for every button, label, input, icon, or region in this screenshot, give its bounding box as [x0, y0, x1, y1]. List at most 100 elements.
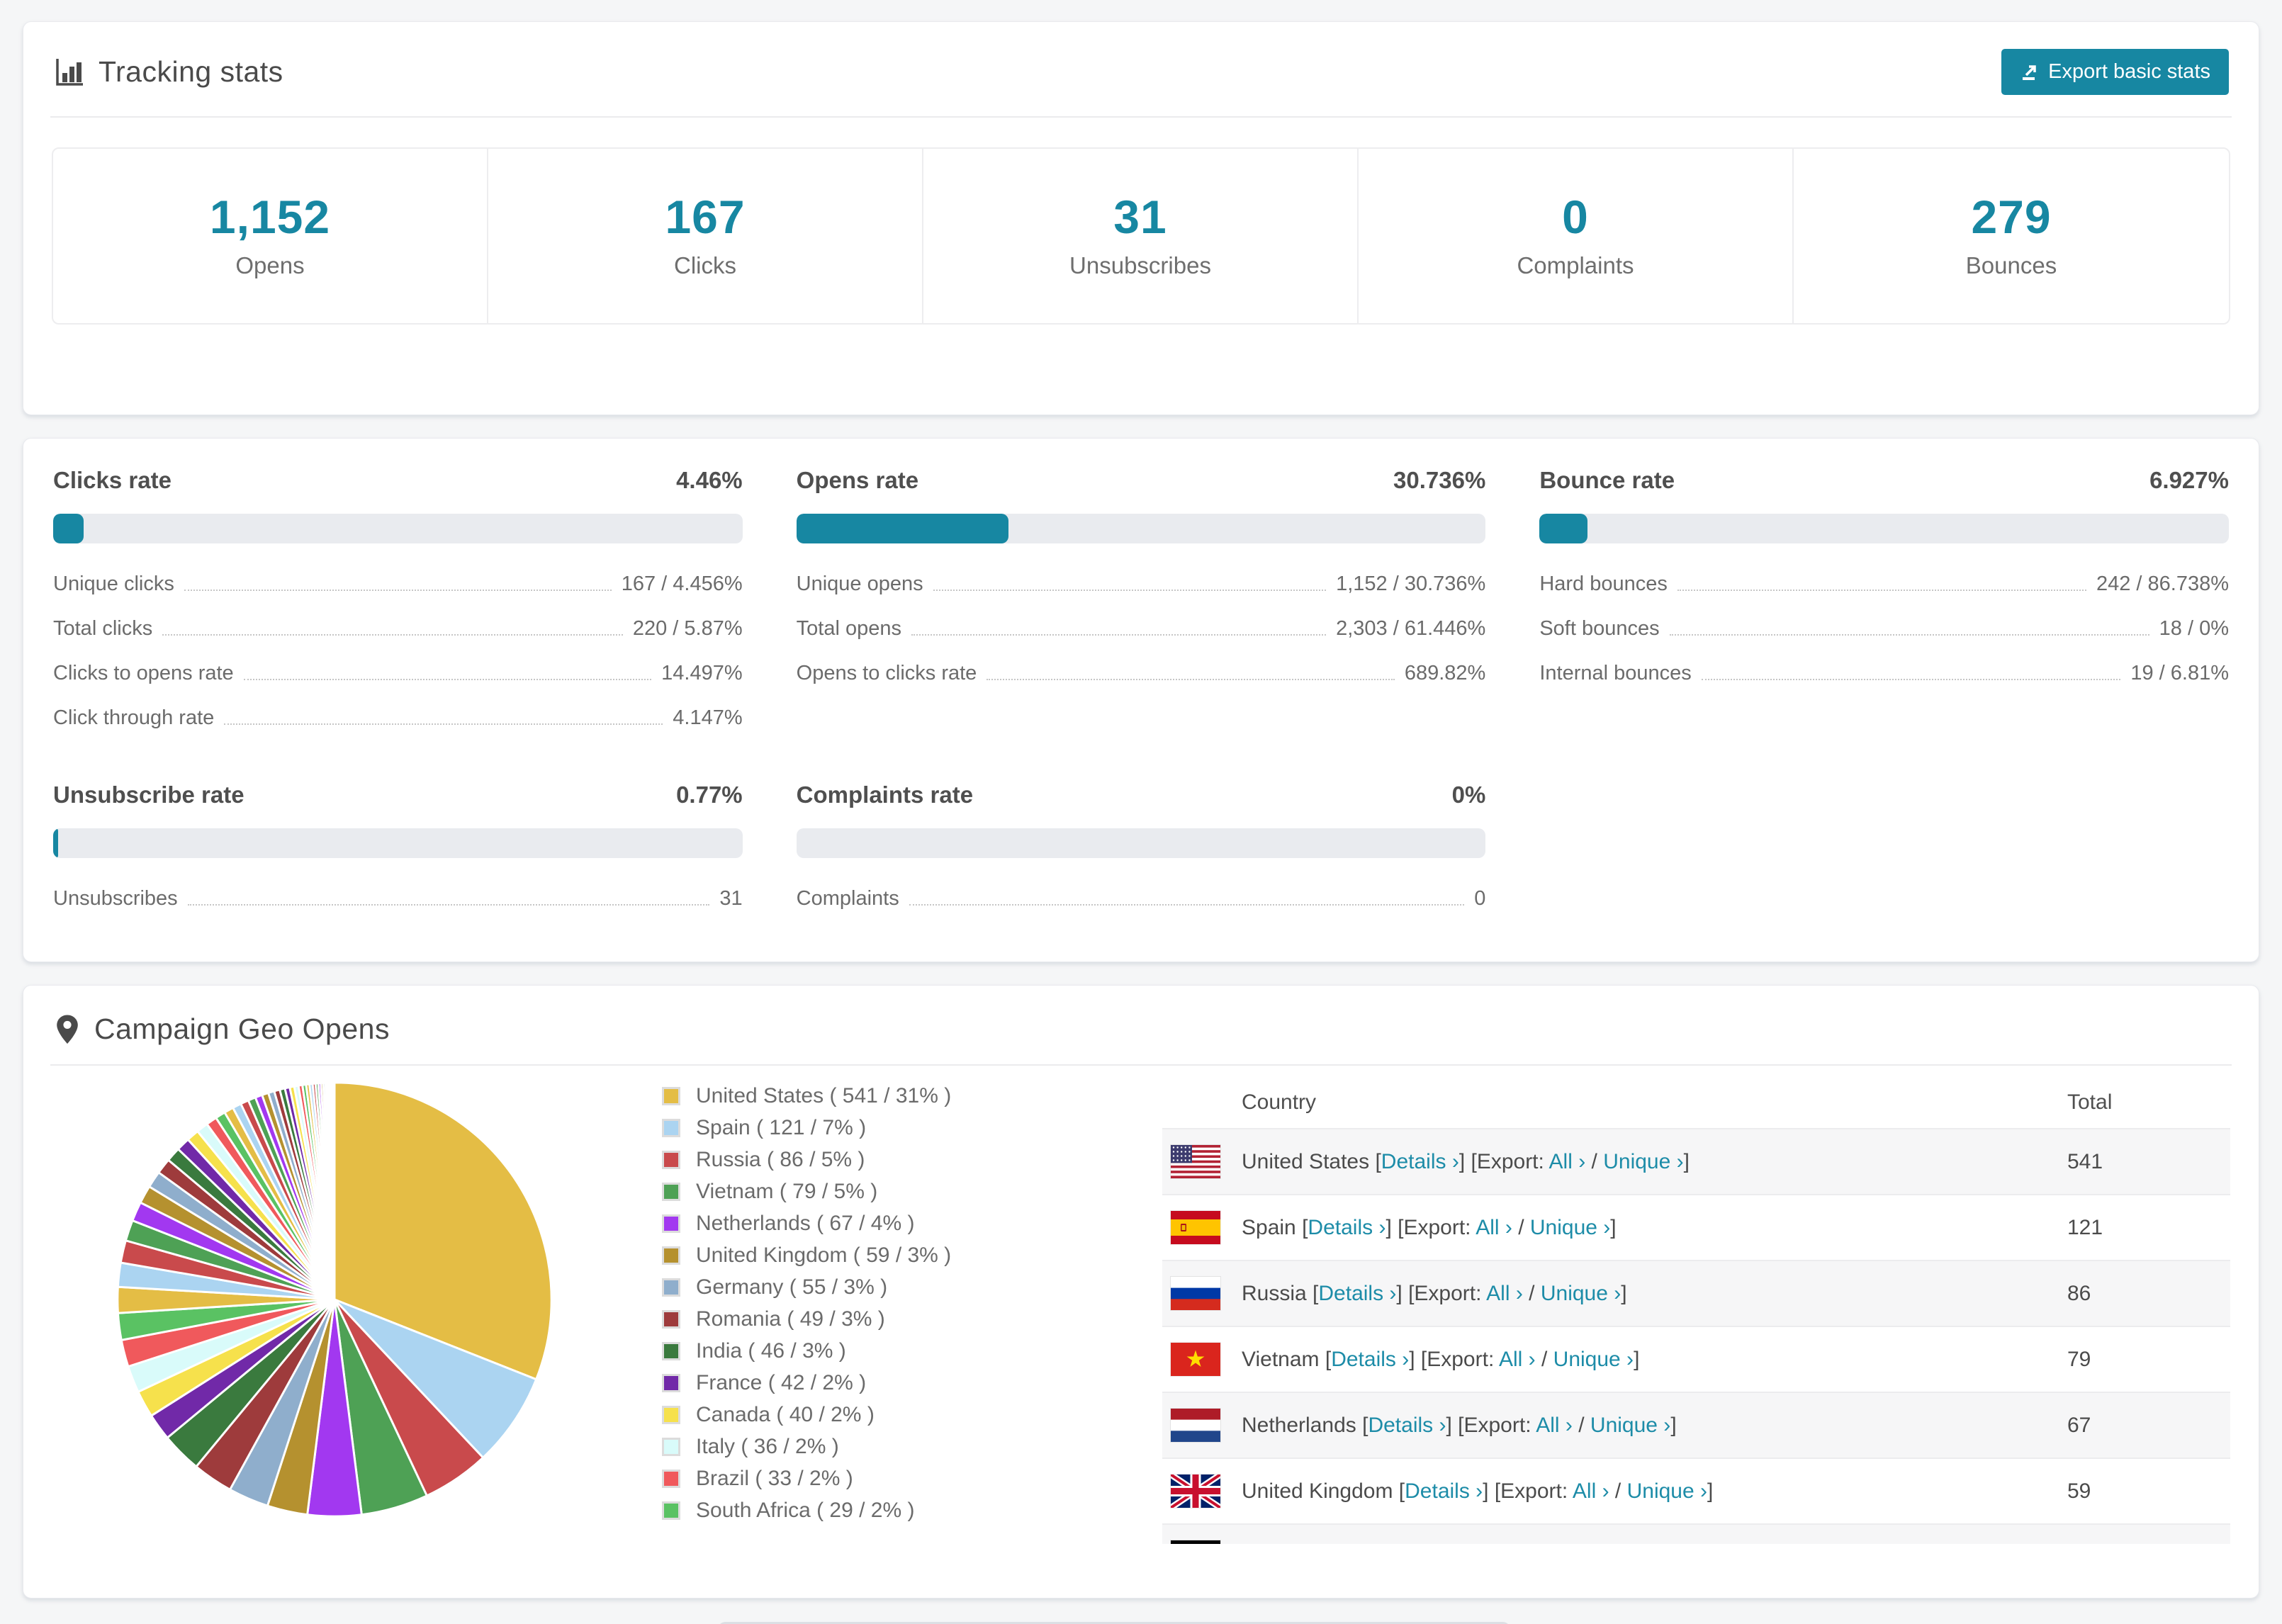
legend-item: United Kingdom ( 59 / 3% ) [662, 1244, 1050, 1268]
rate-detail-row: Click through rate 4.147% [53, 696, 743, 740]
rate-detail-row: Total clicks 220 / 5.87% [53, 607, 743, 651]
detail-label: Soft bounces [1539, 617, 1660, 640]
detail-value: 31 [719, 887, 743, 910]
rate-value: 30.736% [1393, 467, 1486, 493]
dotted-leader [911, 634, 1327, 636]
gb-flag-icon [1171, 1474, 1220, 1508]
detail-value: 689.82% [1404, 662, 1486, 684]
stat-value: 167 [665, 191, 746, 243]
bracket: ] [1610, 1215, 1617, 1239]
country-cell: United States [Details ›] [Export: All ›… [1220, 1150, 2067, 1174]
details-link[interactable]: Details › [1318, 1282, 1396, 1305]
dotted-leader [933, 590, 1327, 591]
total-cell: 79 [2067, 1347, 2091, 1371]
legend-swatch [662, 1119, 680, 1137]
legend-item: India ( 46 / 3% ) [662, 1339, 1050, 1363]
stat-value: 31 [1113, 191, 1167, 243]
export-unique-link[interactable]: Unique › [1541, 1282, 1621, 1305]
export-label: ] [Export: [1409, 1347, 1499, 1371]
export-all-link[interactable]: All › [1536, 1414, 1573, 1437]
detail-label: Internal bounces [1539, 662, 1692, 684]
export-all-link[interactable]: All › [1486, 1282, 1523, 1305]
legend-swatch [662, 1438, 680, 1456]
dotted-leader [224, 723, 663, 725]
rate-detail-row: Complaints 0 [797, 876, 1486, 921]
rate-title: Clicks rate [53, 467, 172, 493]
geo-table-row-de: Germany [Details ›] [Export: All › / Uni… [1162, 1523, 2230, 1544]
rate-detail-row: Soft bounces 18 / 0% [1539, 607, 2229, 651]
legend-label: Netherlands ( 67 / 4% ) [696, 1212, 915, 1235]
legend-label: Brazil ( 33 / 2% ) [696, 1467, 853, 1490]
export-basic-stats-button[interactable]: Export basic stats [2001, 49, 2229, 95]
legend-item: Russia ( 86 / 5% ) [662, 1148, 1050, 1172]
rate-detail-row: Internal bounces 19 / 6.81% [1539, 651, 2229, 696]
legend-swatch [662, 1470, 680, 1488]
legend-swatch [662, 1151, 680, 1169]
export-unique-link[interactable]: Unique › [1590, 1414, 1670, 1437]
export-unique-link[interactable]: Unique › [1530, 1216, 1610, 1239]
details-link[interactable]: Details › [1381, 1150, 1459, 1173]
page-title: Tracking stats [99, 55, 283, 88]
details-link[interactable]: Details › [1331, 1348, 1409, 1371]
details-link[interactable]: Details › [1308, 1216, 1386, 1239]
country-cell: Vietnam [Details ›] [Export: All › / Uni… [1220, 1348, 2067, 1372]
geo-header: Campaign Geo Opens [23, 986, 2259, 1064]
dotted-leader [184, 590, 612, 591]
stat-value: 1,152 [209, 191, 331, 243]
rate-detail-row: Hard bounces 242 / 86.738% [1539, 562, 2229, 607]
export-unique-link[interactable]: Unique › [1627, 1479, 1707, 1503]
bracket: ] [1707, 1479, 1714, 1503]
detail-label: Unique clicks [53, 573, 174, 595]
export-all-link[interactable]: All › [1573, 1479, 1609, 1503]
detail-label: Clicks to opens rate [53, 662, 234, 684]
export-all-link[interactable]: All › [1499, 1348, 1536, 1371]
dotted-leader [1669, 634, 2149, 636]
detail-label: Total clicks [53, 617, 153, 640]
stat-label: Complaints [1517, 252, 1634, 278]
es-flag-icon [1171, 1211, 1220, 1244]
stat-label: Clicks [674, 252, 736, 278]
tracking-stats-card: Tracking stats Export basic stats 1,152 O… [23, 21, 2259, 415]
legend-label: France ( 42 / 2% ) [696, 1371, 867, 1394]
export-unique-link[interactable]: Unique › [1603, 1150, 1683, 1173]
legend-label: Canada ( 40 / 2% ) [696, 1403, 875, 1426]
rate-title: Unsubscribe rate [53, 782, 244, 808]
export-label: ] [Export: [1458, 1149, 1549, 1173]
rate-detail-row: Clicks to opens rate 14.497% [53, 651, 743, 696]
de-flag-icon [1171, 1540, 1220, 1544]
dotted-leader [1677, 590, 2086, 591]
total-cell: 86 [2067, 1281, 2091, 1305]
export-icon [2020, 62, 2040, 82]
legend-swatch [662, 1278, 680, 1297]
legend-label: Russia ( 86 / 5% ) [696, 1148, 865, 1171]
legend-item: Spain ( 121 / 7% ) [662, 1116, 1050, 1140]
details-link[interactable]: Details › [1368, 1414, 1446, 1437]
slash: / [1522, 1281, 1541, 1305]
export-all-link[interactable]: All › [1549, 1150, 1586, 1173]
details-link[interactable]: Details › [1405, 1479, 1483, 1503]
us-flag-icon [1171, 1145, 1220, 1178]
legend-label: Romania ( 49 / 3% ) [696, 1307, 885, 1331]
tracking-stats-header: Tracking stats Export basic stats [23, 22, 2259, 116]
legend-item: Brazil ( 33 / 2% ) [662, 1467, 1050, 1491]
detail-value: 2,303 / 61.446% [1336, 617, 1486, 640]
progress-bar-track [53, 828, 743, 858]
geo-title-wrap: Campaign Geo Opens [53, 1013, 390, 1046]
rate-block-clicks-rate: Clicks rate 4.46% Unique clicks 167 / 4.456… [53, 467, 743, 740]
legend-swatch [662, 1087, 680, 1105]
total-cell: 541 [2067, 1149, 2103, 1173]
legend-item: France ( 42 / 2% ) [662, 1371, 1050, 1395]
legend-swatch [662, 1342, 680, 1360]
legend-item: Germany ( 55 / 3% ) [662, 1275, 1050, 1299]
legend-item: South Africa ( 29 / 2% ) [662, 1499, 1050, 1523]
legend-label: Italy ( 36 / 2% ) [696, 1435, 839, 1458]
legend-label: Spain ( 121 / 7% ) [696, 1116, 867, 1139]
legend-swatch [662, 1406, 680, 1424]
geo-table-row-nl: Netherlands [Details ›] [Export: All › /… [1162, 1392, 2230, 1457]
stat-label: Opens [235, 252, 305, 278]
export-all-link[interactable]: All › [1476, 1216, 1512, 1239]
export-unique-link[interactable]: Unique › [1553, 1348, 1634, 1371]
total-cell: 121 [2067, 1215, 2103, 1239]
export-button-label: Export basic stats [2048, 60, 2210, 83]
detail-value: 1,152 / 30.736% [1336, 573, 1486, 595]
